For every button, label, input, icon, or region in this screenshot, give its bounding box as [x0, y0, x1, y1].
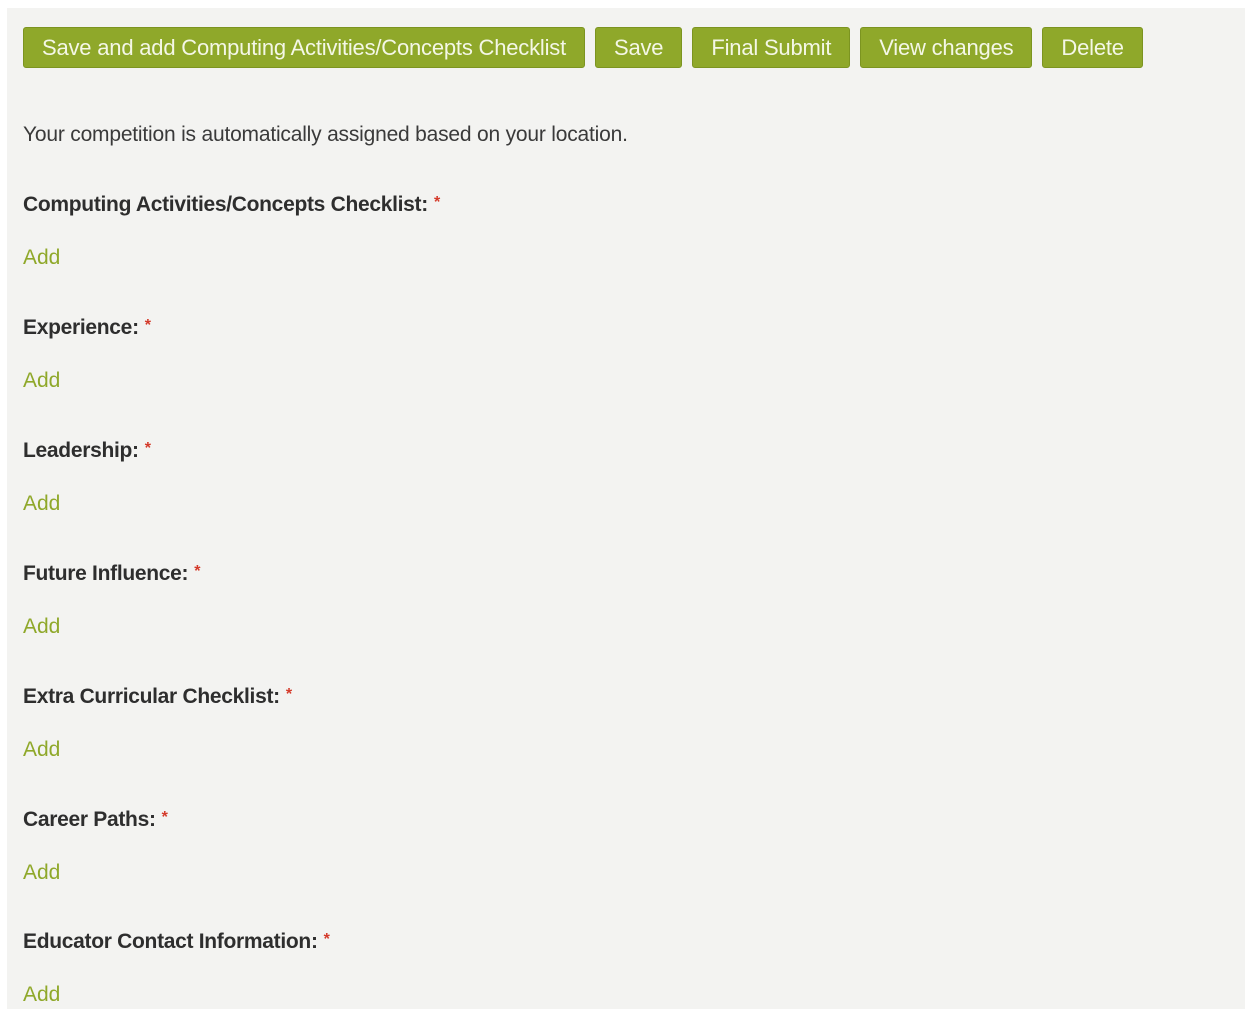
section-heading: Future Influence: *	[23, 562, 200, 586]
required-marker: *	[161, 809, 168, 826]
section-leadership: Leadership: * Add	[23, 439, 151, 516]
section-heading: Educator Contact Information: *	[23, 930, 330, 954]
section-label: Educator Contact Information:	[23, 930, 318, 953]
add-link-extra-curricular[interactable]: Add	[23, 738, 60, 762]
section-heading: Experience: *	[23, 316, 151, 340]
action-toolbar: Save and add Computing Activities/Concep…	[23, 27, 1143, 68]
section-educator-contact: Educator Contact Information: * Add	[23, 930, 330, 1007]
form-panel: Save and add Computing Activities/Concep…	[7, 8, 1245, 1009]
required-marker: *	[433, 194, 441, 211]
section-heading: Leadership: *	[23, 439, 151, 463]
add-link-leadership[interactable]: Add	[23, 492, 60, 516]
section-label: Future Influence:	[23, 562, 189, 585]
add-link-experience[interactable]: Add	[23, 369, 60, 393]
section-label: Experience:	[23, 316, 139, 339]
save-button[interactable]: Save	[595, 27, 683, 68]
section-heading: Computing Activities/Concepts Checklist:…	[23, 193, 440, 217]
required-marker: *	[144, 317, 151, 334]
section-label: Extra Curricular Checklist:	[23, 685, 280, 708]
required-marker: *	[144, 440, 151, 457]
section-heading: Extra Curricular Checklist: *	[23, 685, 292, 709]
section-label: Career Paths:	[23, 808, 156, 831]
section-future-influence: Future Influence: * Add	[23, 562, 200, 639]
section-label: Computing Activities/Concepts Checklist:	[23, 193, 428, 216]
add-link-career-paths[interactable]: Add	[23, 861, 60, 885]
add-link-future-influence[interactable]: Add	[23, 615, 60, 639]
required-marker: *	[194, 563, 201, 580]
section-computing-activities: Computing Activities/Concepts Checklist:…	[23, 193, 440, 270]
add-link-educator-contact[interactable]: Add	[23, 983, 60, 1007]
required-marker: *	[323, 931, 330, 948]
section-heading: Career Paths: *	[23, 808, 168, 832]
intro-text: Your competition is automatically assign…	[23, 123, 628, 146]
view-changes-button[interactable]: View changes	[860, 27, 1033, 68]
section-career-paths: Career Paths: * Add	[23, 808, 168, 885]
add-link-computing-activities[interactable]: Add	[23, 246, 60, 270]
save-and-add-checklist-button[interactable]: Save and add Computing Activities/Concep…	[23, 27, 585, 68]
section-experience: Experience: * Add	[23, 316, 151, 393]
delete-button[interactable]: Delete	[1042, 27, 1143, 68]
section-label: Leadership:	[23, 439, 139, 462]
required-marker: *	[285, 686, 293, 703]
final-submit-button[interactable]: Final Submit	[692, 27, 851, 68]
section-extra-curricular: Extra Curricular Checklist: * Add	[23, 685, 292, 762]
